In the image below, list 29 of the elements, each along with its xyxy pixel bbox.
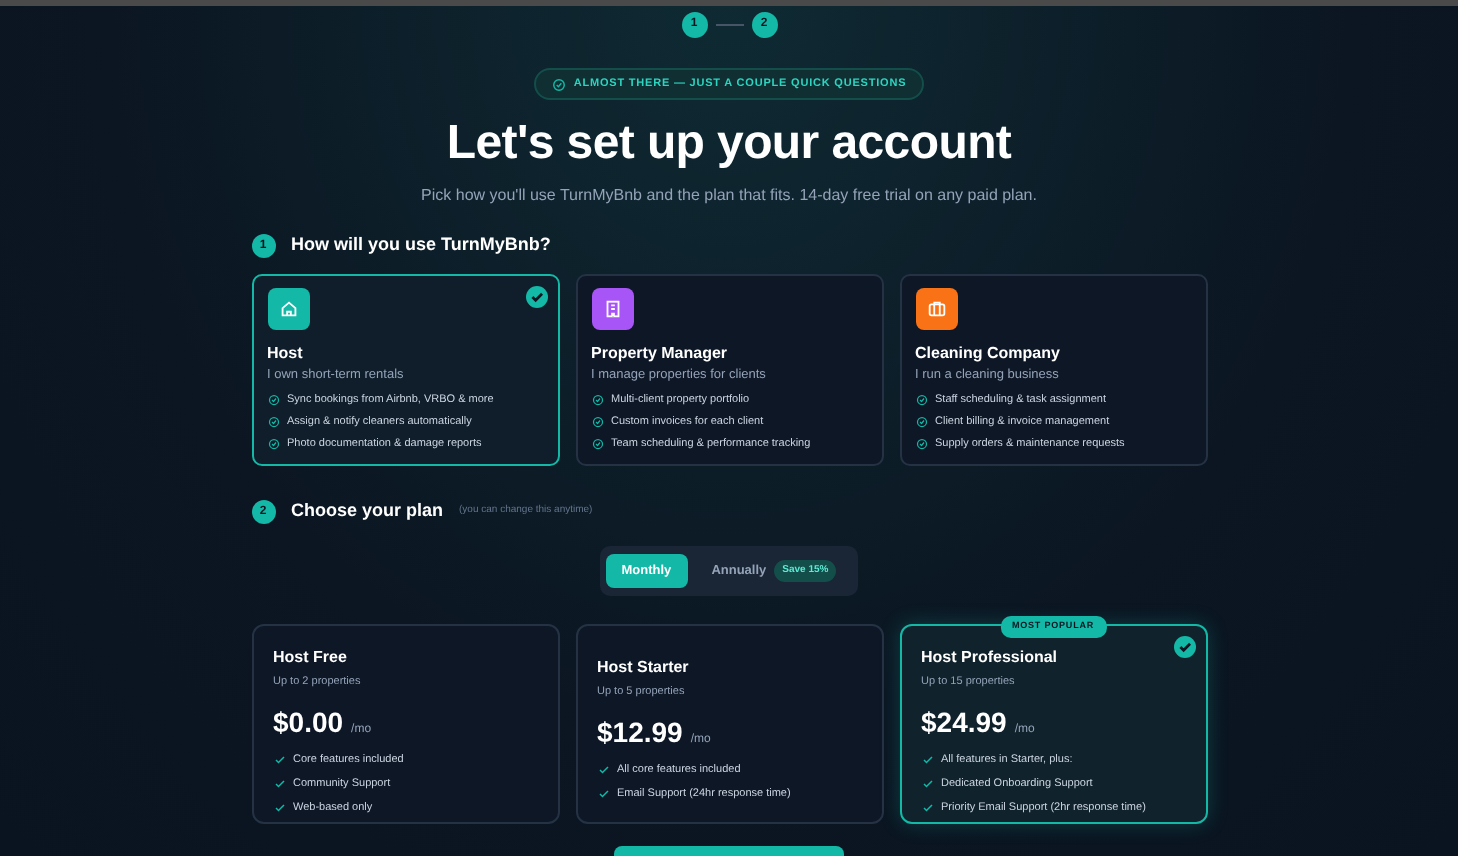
plan-name: Host Free [273,646,349,671]
house-icon [277,297,299,320]
role-title: Property Manager [591,341,730,366]
check-circle-icon [267,393,279,406]
plan-price: $24.99 [921,703,1007,741]
subtitle: Pick how you'll use TurnMyBnb and the plan that fits. 14-day free trial on any paid plan. [419,184,1039,209]
plan-price: $12.99 [597,713,683,751]
section-title: How will you use TurnMyBnb? [291,232,551,259]
plan-name: Host Professional [921,646,1060,671]
continue-button[interactable] [614,846,844,856]
check-circle-icon [591,415,603,428]
selected-check-icon [1173,636,1195,659]
page-title: Let's set up your account [444,114,1014,175]
check-circle-icon [267,438,279,451]
check-circle-icon [591,438,603,451]
briefcase-icon [925,297,947,320]
plan-price: $0.00 [273,703,344,741]
building-icon [601,297,623,320]
role-title: Cleaning Company [915,341,1062,366]
check-circle-icon [915,415,927,428]
plan-name: Host Starter [597,656,691,681]
role-title: Host [267,341,305,366]
check-circle-icon [551,77,566,92]
check-circle-icon [591,393,603,406]
check-circle-icon [915,393,927,406]
check-circle-icon [915,438,927,451]
check-circle-icon [267,415,279,428]
selected-check-icon [525,285,547,308]
section-title: Choose your plan [291,498,444,525]
